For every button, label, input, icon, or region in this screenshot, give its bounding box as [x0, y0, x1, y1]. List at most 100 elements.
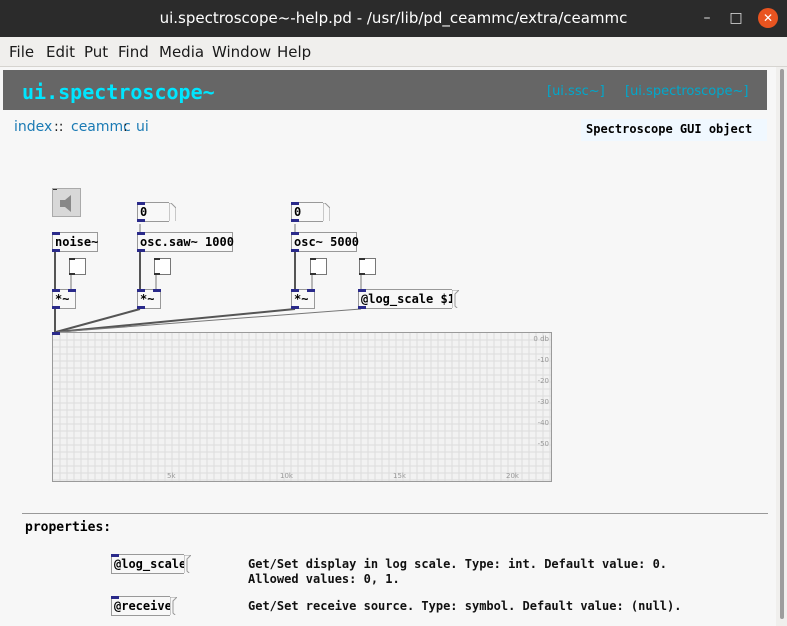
inlet — [291, 202, 299, 205]
object-label: noise~ — [55, 235, 99, 249]
menu-put[interactable]: Put — [84, 43, 108, 61]
outlet — [52, 249, 60, 252]
object-mul-noise[interactable]: *~ — [52, 289, 76, 309]
outlet — [291, 219, 299, 222]
number-value: 0 — [294, 205, 302, 219]
spectroscope-display[interactable]: 0 db -10 -20 -30 -40 -50 5k 10k 15k 20k — [52, 332, 552, 482]
menu-file[interactable]: File — [9, 43, 34, 61]
inlet — [68, 289, 76, 292]
object-label: osc~ 5000 — [294, 235, 360, 249]
db-label: -20 — [538, 377, 549, 385]
menu-edit[interactable]: Edit — [46, 43, 75, 61]
outlet — [291, 306, 299, 309]
menu-window[interactable]: Window — [212, 43, 271, 61]
property-receive-desc: Get/Set receive source. Type: symbol. De… — [248, 599, 681, 614]
patch-canvas[interactable]: ui.spectroscope~ [ui.ssc~] [ui.spectrosc… — [0, 67, 776, 626]
window-titlebar: ui.spectroscope~-help.pd - /usr/lib/pd_c… — [0, 0, 787, 37]
property-desc-line: Get/Set display in log scale. Type: int.… — [248, 557, 668, 571]
inlet — [359, 258, 365, 260]
message-tail — [184, 555, 191, 573]
inlet — [137, 289, 145, 292]
dsp-toggle[interactable] — [52, 188, 81, 217]
inlet — [153, 289, 161, 292]
inlet — [111, 596, 119, 599]
property-receive[interactable]: @receive — [111, 596, 177, 616]
property-log-scale-desc: Get/Set display in log scale. Type: int.… — [248, 557, 667, 587]
inlet — [52, 232, 60, 235]
menu-media[interactable]: Media — [159, 43, 204, 61]
outlet — [137, 219, 145, 222]
inlet — [137, 202, 145, 205]
speaker-icon — [53, 188, 71, 212]
inlet — [69, 258, 75, 260]
db-label: -50 — [538, 440, 549, 448]
menu-bar: File Edit Put Find Media Window Help — [0, 37, 787, 67]
message-label: @log_scale $1 — [361, 292, 455, 306]
object-noise[interactable]: noise~ — [52, 232, 98, 252]
freq-label: 5k — [167, 472, 176, 480]
number-tail — [323, 203, 330, 221]
object-label: *~ — [294, 292, 309, 306]
outlet — [52, 306, 60, 309]
db-label: -40 — [538, 419, 549, 427]
freq-label: 10k — [280, 472, 294, 480]
toggle-noise[interactable] — [69, 258, 86, 275]
outlet — [137, 249, 145, 252]
minimize-button[interactable]: – — [697, 8, 717, 28]
number-tail — [169, 203, 176, 221]
property-name: @log_scale — [114, 557, 187, 571]
properties-divider — [22, 513, 768, 514]
outlet — [291, 249, 299, 252]
property-name: @receive — [114, 599, 172, 613]
object-mul-saw[interactable]: *~ — [137, 289, 161, 309]
inlet — [291, 232, 299, 235]
db-label: -30 — [538, 398, 549, 406]
number-box-saw-freq[interactable]: 0 — [137, 202, 176, 222]
inlet — [358, 289, 366, 292]
outlet — [69, 273, 75, 275]
message-log-scale[interactable]: @log_scale $1 — [358, 289, 459, 309]
object-osc[interactable]: osc~ 5000 — [291, 232, 360, 252]
properties-heading: properties: — [25, 520, 112, 535]
outlet — [137, 306, 145, 309]
window-title: ui.spectroscope~-help.pd - /usr/lib/pd_c… — [159, 9, 628, 27]
number-box-osc-freq[interactable]: 0 — [291, 202, 330, 222]
vertical-scrollbar[interactable] — [776, 67, 787, 626]
freq-label: 15k — [393, 472, 407, 480]
db-label: -10 — [538, 356, 549, 364]
db-label: 0 db — [533, 335, 549, 343]
inlet — [111, 554, 119, 557]
inlet — [52, 289, 60, 292]
toggle-log-scale[interactable] — [359, 258, 376, 275]
scrollbar-thumb[interactable] — [780, 69, 784, 619]
message-tail — [452, 290, 459, 308]
spectroscope-grid: 0 db -10 -20 -30 -40 -50 5k 10k 15k 20k — [53, 333, 551, 481]
menu-find[interactable]: Find — [118, 43, 149, 61]
message-tail — [170, 597, 177, 615]
freq-label: 20k — [506, 472, 520, 480]
object-label: osc.saw~ 1000 — [140, 235, 234, 249]
property-desc-line: Get/Set receive source. Type: symbol. De… — [248, 599, 682, 613]
number-value: 0 — [140, 205, 148, 219]
inlet — [307, 289, 315, 292]
outlet — [358, 306, 366, 309]
property-desc-line: Allowed values: 0, 1. — [248, 572, 400, 586]
object-osc-saw[interactable]: osc.saw~ 1000 — [137, 232, 234, 252]
inlet — [291, 289, 299, 292]
inlet — [52, 332, 60, 335]
toggle-osc[interactable] — [310, 258, 327, 275]
outlet — [359, 273, 365, 275]
close-button[interactable]: ✕ — [758, 8, 778, 28]
object-label: *~ — [140, 292, 155, 306]
object-mul-osc[interactable]: *~ — [291, 289, 315, 309]
maximize-button[interactable]: □ — [726, 8, 746, 28]
outlet — [154, 273, 160, 275]
toggle-saw[interactable] — [154, 258, 171, 275]
inlet — [310, 258, 316, 260]
property-log-scale[interactable]: @log_scale — [111, 554, 191, 574]
inlet — [154, 258, 160, 260]
menu-help[interactable]: Help — [277, 43, 311, 61]
object-label: *~ — [55, 292, 70, 306]
outlet — [310, 273, 316, 275]
inlet — [137, 232, 145, 235]
